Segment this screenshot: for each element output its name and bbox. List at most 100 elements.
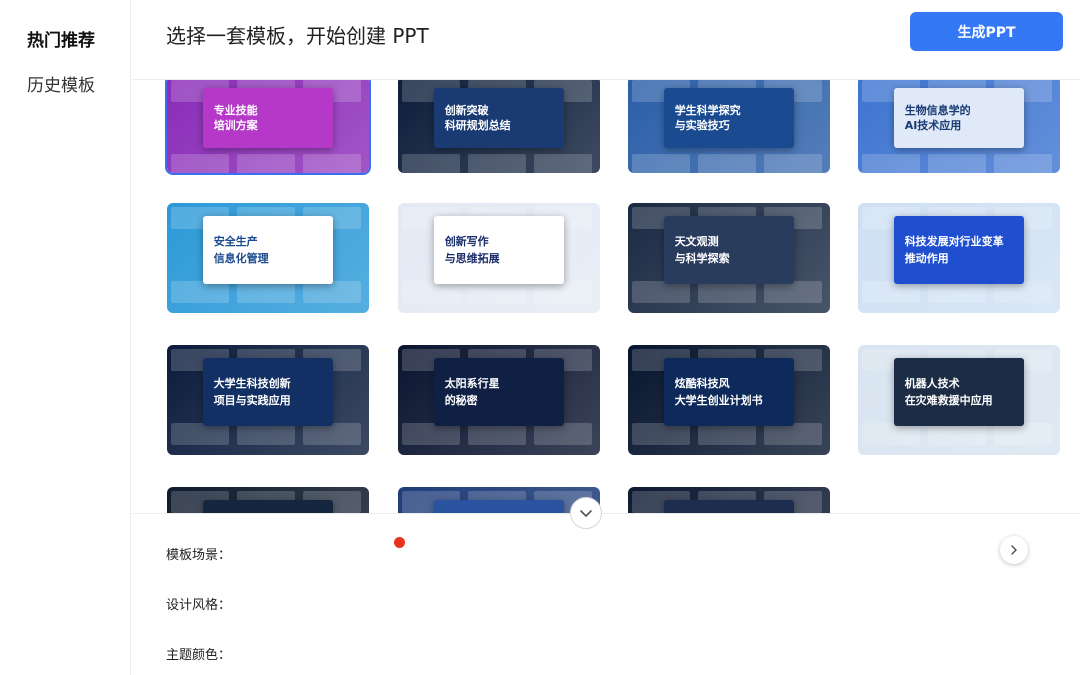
generate-ppt-button[interactable]: 生成PPT	[910, 12, 1063, 51]
template-cover: 天文观测 与科学探索	[664, 216, 794, 285]
template-title-line1: 大学生科技创新	[213, 377, 291, 391]
slide-thumbnail	[632, 154, 690, 173]
slide-thumbnail	[468, 423, 526, 445]
slide-thumbnail	[402, 423, 460, 445]
template-cover: 科技发展对行业变革 推动作用	[894, 216, 1024, 285]
slide-thumbnail	[237, 281, 295, 303]
slide-thumbnail	[698, 154, 756, 173]
template-cover: 炫酷科技风大学生创业计划书	[664, 358, 794, 427]
template-card[interactable]: 生物信息学的 AI技术应用	[858, 80, 1060, 173]
template-card[interactable]: 专业技能 培训方案	[165, 80, 371, 175]
slide-thumbnail	[994, 154, 1052, 173]
template-cover: 安全生产 信息化管理	[203, 216, 333, 285]
sidebar: 热门推荐 历史模板	[0, 0, 131, 675]
slide-thumbnail	[698, 423, 756, 445]
template-title-line1: 创新写作	[444, 235, 489, 249]
slide-thumbnail	[237, 423, 295, 445]
slide-thumbnail	[303, 281, 361, 303]
slide-thumbnail	[402, 281, 460, 303]
slide-thumbnail	[171, 423, 229, 445]
template-cover: 学生科学探究 与实验技巧	[664, 87, 794, 148]
slide-thumbnail	[402, 154, 460, 173]
template-card[interactable]: 安全生产 信息化管理	[167, 203, 369, 313]
template-title-line2: 大学生创业计划书	[674, 393, 763, 407]
slide-thumbnail	[237, 154, 295, 173]
template-title-line2: 项目与实践应用	[213, 393, 291, 407]
slide-thumbnail	[698, 281, 756, 303]
slide-thumbnail	[303, 423, 361, 445]
page-header: 选择一套模板，开始创建 PPT 生成PPT	[132, 0, 1080, 80]
slide-thumbnail	[862, 281, 920, 303]
slide-thumbnail	[534, 154, 592, 173]
slide-thumbnail	[632, 281, 690, 303]
chevron-right-icon	[1011, 545, 1017, 555]
slide-thumbnail	[764, 154, 822, 173]
slide-thumbnail	[994, 423, 1052, 445]
template-title-line1: 生物信息学的	[904, 104, 971, 118]
template-title-line2: 与实验技巧	[674, 118, 730, 132]
template-title-line2: 在灾难救援中应用	[904, 393, 993, 407]
template-cover	[434, 500, 564, 513]
template-card[interactable]: 机器人技术在灾难救援中应用	[858, 345, 1060, 455]
sidebar-item-history[interactable]: 历史模板	[27, 71, 95, 96]
scene-filter-label: 模板场景：	[166, 548, 232, 563]
slide-thumbnail	[632, 423, 690, 445]
page-title: 选择一套模板，开始创建 PPT	[166, 24, 429, 48]
template-title-line2: 与思维拓展	[444, 251, 500, 265]
template-card[interactable]: 大学生科技创新 项目与实践应用	[167, 345, 369, 455]
slide-thumbnail	[171, 281, 229, 303]
template-cover: 专业技能 培训方案	[203, 87, 333, 148]
template-title-line1: 机器人技术	[904, 377, 960, 391]
scene-scroll-right-button[interactable]	[1000, 536, 1028, 564]
chevron-down-icon	[580, 510, 592, 517]
template-cover: 生物信息学的 AI技术应用	[894, 87, 1024, 148]
slide-thumbnail	[534, 281, 592, 303]
collapse-filter-button[interactable]	[570, 497, 602, 529]
template-title-line2: 与科学探索	[674, 251, 730, 265]
template-title-line1: 创新突破	[444, 104, 489, 118]
template-title-line2: 信息化管理	[213, 251, 269, 265]
template-title-line2: 的秘密	[444, 393, 478, 407]
slide-thumbnail	[171, 154, 229, 173]
template-cover: 太阳系行星 的秘密	[434, 358, 564, 427]
filter-panel: 模板场景： 设计风格： 主题颜色：	[132, 513, 1080, 675]
template-title-line2: 培训方案	[213, 118, 258, 132]
template-card[interactable]: 创新突破 科研规划总结	[398, 80, 600, 173]
sidebar-item-hot[interactable]: 热门推荐	[27, 26, 95, 51]
slide-thumbnail	[764, 423, 822, 445]
template-title-line1: 炫酷科技风	[674, 377, 730, 391]
template-card[interactable]: 科技发展对行业变革 推动作用	[858, 203, 1060, 313]
template-card[interactable]: 炫酷科技风大学生创业计划书	[628, 345, 830, 455]
template-card[interactable]: 学生科学探究 与实验技巧	[628, 80, 830, 173]
slide-thumbnail	[764, 281, 822, 303]
template-cover: 创新突破 科研规划总结	[434, 87, 564, 148]
slide-thumbnail	[928, 423, 986, 445]
template-title-line1: 安全生产	[213, 235, 258, 249]
slide-thumbnail	[468, 154, 526, 173]
template-title-line1: 学生科学探究	[674, 104, 741, 118]
slide-thumbnail	[534, 423, 592, 445]
slide-thumbnail	[862, 423, 920, 445]
slide-thumbnail	[994, 281, 1052, 303]
slide-thumbnail	[303, 154, 361, 173]
template-title-line1: 太阳系行星	[444, 377, 500, 391]
slide-thumbnail	[862, 154, 920, 173]
template-grid: 专业技能 培训方案 创新突破 科研规划总结 学生科学探究 与实验技巧 生物信息学的 AI技术应…	[132, 80, 1080, 513]
hot-badge-icon	[394, 537, 405, 548]
template-card[interactable]: 天文观测 与科学探索	[628, 203, 830, 313]
slide-thumbnail	[468, 281, 526, 303]
template-title-line1: 专业技能	[213, 104, 258, 118]
template-cover: 创新写作 与思维拓展	[434, 216, 564, 285]
template-card[interactable]: 创新写作 与思维拓展	[398, 203, 600, 313]
template-title-line2: AI技术应用	[904, 118, 962, 132]
template-title-line1: 天文观测	[674, 235, 719, 249]
template-card[interactable]	[628, 487, 830, 513]
color-filter-label: 主题颜色：	[166, 648, 232, 663]
slide-thumbnail	[928, 154, 986, 173]
template-card[interactable]: 太阳系行星 的秘密	[398, 345, 600, 455]
template-title-line2: 推动作用	[904, 251, 949, 265]
template-card[interactable]	[167, 487, 369, 513]
template-title-line2: 科研规划总结	[444, 118, 511, 132]
slide-thumbnail	[928, 281, 986, 303]
style-filter-label: 设计风格：	[166, 598, 232, 613]
